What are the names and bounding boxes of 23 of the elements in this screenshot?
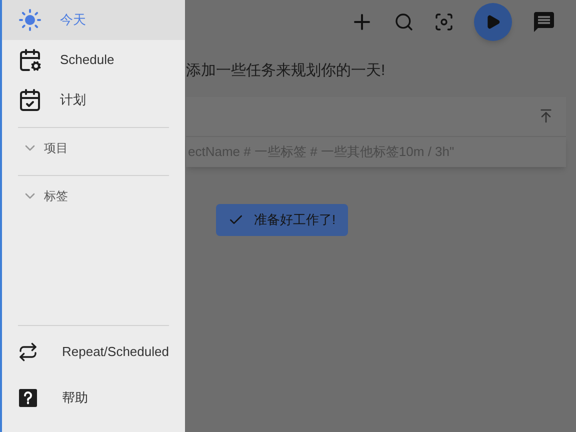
- nav-label: 计划: [60, 91, 86, 110]
- nav-label: 今天: [60, 11, 86, 30]
- calendar-icon: [18, 88, 42, 112]
- nav-item[interactable]: Schedule: [2, 40, 185, 80]
- repeat-icon: [18, 342, 38, 362]
- play-button[interactable]: [474, 3, 512, 41]
- message-icon[interactable]: [532, 10, 556, 34]
- nav-label: Schedule: [60, 51, 114, 70]
- focus-icon[interactable]: [434, 12, 454, 32]
- nav-item[interactable]: Repeat/Scheduled: [2, 332, 185, 372]
- nav-item[interactable]: 帮助: [2, 378, 185, 418]
- play-icon: [485, 14, 501, 30]
- sun-icon: [18, 8, 42, 32]
- move-to-top-icon[interactable]: [538, 108, 554, 124]
- nav-item[interactable]: 计划: [2, 80, 185, 120]
- nav-label: 帮助: [62, 389, 88, 408]
- calendar-icon: [18, 48, 42, 72]
- help-icon: [18, 388, 38, 408]
- nav-label: Repeat/Scheduled: [62, 343, 169, 362]
- search-icon[interactable]: [394, 12, 414, 32]
- section-header[interactable]: 项目: [18, 128, 169, 168]
- section-header[interactable]: 标签: [18, 176, 169, 216]
- empty-message: 添加一些任务来规划你的一天!: [186, 61, 386, 81]
